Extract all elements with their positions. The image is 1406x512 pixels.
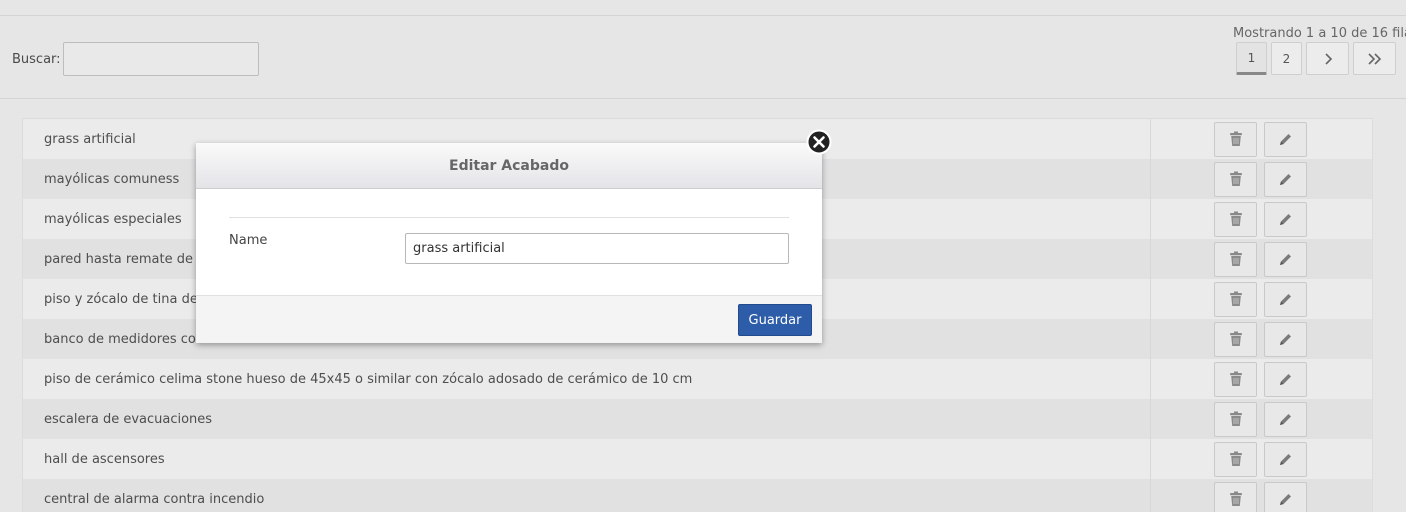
chevron-right-icon [1324,52,1332,65]
delete-button[interactable] [1214,281,1257,317]
row-actions [1151,479,1372,512]
modal-divider [229,217,789,218]
trash-icon [1229,131,1242,146]
row-actions [1151,319,1372,359]
pencil-icon [1280,173,1291,185]
edit-button[interactable] [1264,361,1307,397]
pencil-icon [1280,253,1291,265]
modal-footer: Guardar [196,295,822,343]
trash-icon [1229,211,1242,226]
pagination-info: Mostrando 1 a 10 de 16 filas [1233,26,1406,41]
edit-button[interactable] [1264,241,1307,277]
trash-icon [1229,171,1242,186]
pencil-icon [1280,333,1291,345]
pagination: 1 2 [1236,42,1400,75]
edit-modal: Editar Acabado Name Guardar [196,143,822,343]
trash-icon [1229,411,1242,426]
top-divider [0,15,1406,16]
table-row: escalera de evacuaciones [23,399,1372,439]
row-actions [1151,399,1372,439]
delete-button[interactable] [1214,321,1257,357]
delete-button[interactable] [1214,401,1257,437]
pencil-icon [1280,133,1291,145]
trash-icon [1229,251,1242,266]
next-page-button[interactable] [1306,42,1349,75]
row-actions [1151,159,1372,199]
table-row: piso de cerámico celima stone hueso de 4… [23,359,1372,399]
delete-button[interactable] [1214,201,1257,237]
trash-icon [1229,371,1242,386]
trash-icon [1229,491,1242,506]
row-actions [1151,279,1372,319]
search-label: Buscar: [12,51,61,67]
name-input[interactable] [405,233,789,264]
pencil-icon [1280,413,1291,425]
modal-title: Editar Acabado [196,143,822,189]
row-actions [1151,239,1372,279]
row-name: hall de ascensores [23,439,1151,479]
delete-button[interactable] [1214,121,1257,157]
page-button-2[interactable]: 2 [1271,42,1302,75]
edit-button[interactable] [1264,321,1307,357]
row-actions [1151,199,1372,239]
edit-button[interactable] [1264,441,1307,477]
page-button-1[interactable]: 1 [1236,42,1267,75]
edit-button[interactable] [1264,201,1307,237]
delete-button[interactable] [1214,441,1257,477]
toolbar-divider [0,98,1406,99]
delete-button[interactable] [1214,241,1257,277]
name-field-label: Name [229,233,268,248]
double-chevron-right-icon [1367,52,1381,65]
row-actions [1151,119,1372,159]
edit-button[interactable] [1264,161,1307,197]
delete-button[interactable] [1214,161,1257,197]
close-icon [806,129,832,155]
search-input[interactable] [62,42,259,76]
last-page-button[interactable] [1353,42,1396,75]
edit-button[interactable] [1264,281,1307,317]
trash-icon [1229,291,1242,306]
row-name: piso de cerámico celima stone hueso de 4… [23,359,1151,399]
table-row: hall de ascensores [23,439,1372,479]
row-actions [1151,439,1372,479]
search-bar: Buscar: [12,42,259,76]
trash-icon [1229,331,1242,346]
delete-button[interactable] [1214,361,1257,397]
pencil-icon [1280,293,1291,305]
pencil-icon [1280,493,1291,505]
pencil-icon [1280,213,1291,225]
pencil-icon [1280,453,1291,465]
delete-button[interactable] [1214,481,1257,512]
row-name: escalera de evacuaciones [23,399,1151,439]
row-name: central de alarma contra incendio [23,479,1151,512]
table-row: central de alarma contra incendio [23,479,1372,512]
modal-close-button[interactable] [806,129,832,155]
pencil-icon [1280,373,1291,385]
trash-icon [1229,451,1242,466]
edit-button[interactable] [1264,401,1307,437]
row-actions [1151,359,1372,399]
edit-button[interactable] [1264,481,1307,512]
edit-button[interactable] [1264,121,1307,157]
modal-body: Name [196,189,822,295]
save-button[interactable]: Guardar [738,304,812,336]
